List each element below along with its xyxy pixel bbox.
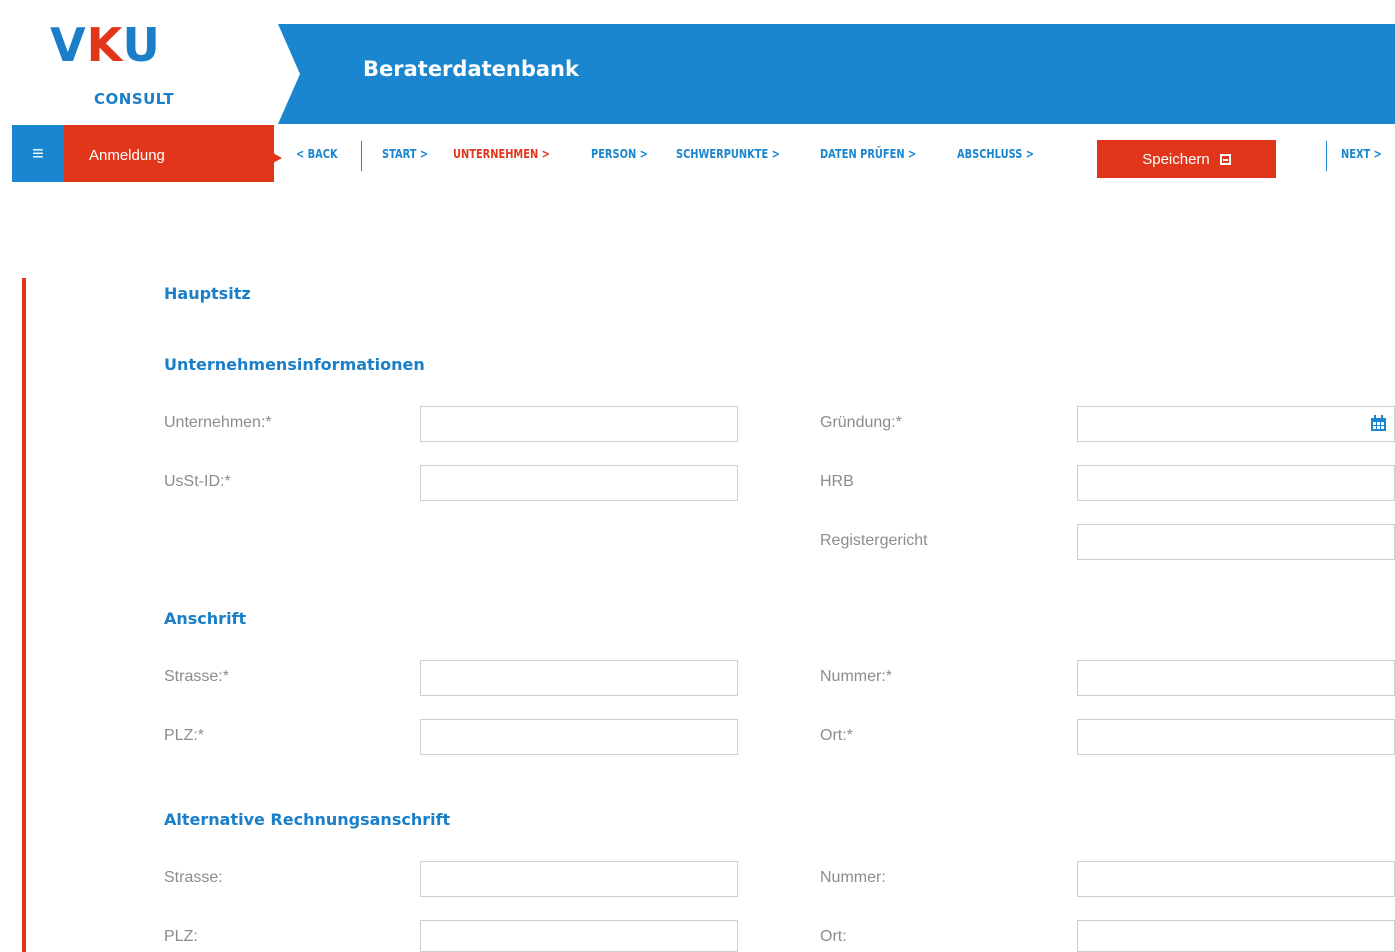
label-usst-id: UsSt-ID:* xyxy=(164,473,231,490)
section-title-company: Unternehmensinformationen xyxy=(164,355,425,374)
label-billing-nummer: Nummer: xyxy=(820,869,886,886)
label-plz: PLZ:* xyxy=(164,727,205,744)
page-heading: Hauptsitz xyxy=(164,284,251,303)
hrb-input[interactable] xyxy=(1077,465,1395,501)
label-gruendung: Gründung:* xyxy=(820,414,902,431)
nav-divider xyxy=(361,141,362,171)
label-ort: Ort:* xyxy=(820,727,853,744)
next-link[interactable]: NEXT > xyxy=(1341,147,1382,161)
logo-mark: VKU xyxy=(50,18,161,72)
billing-ort-input[interactable] xyxy=(1077,920,1395,952)
nummer-input[interactable] xyxy=(1077,660,1395,696)
nav-step-unternehmen[interactable]: UNTERNEHMEN > xyxy=(453,147,550,161)
label-nummer: Nummer:* xyxy=(820,668,893,685)
nav-divider xyxy=(1326,141,1327,171)
back-link[interactable]: < BACK xyxy=(296,147,338,161)
nav-step-start[interactable]: START > xyxy=(382,147,428,161)
billing-strasse-input[interactable] xyxy=(420,861,738,897)
label-billing-ort: Ort: xyxy=(820,928,847,945)
section-title-billing: Alternative Rechnungsanschrift xyxy=(164,810,451,829)
billing-plz-input[interactable] xyxy=(420,920,738,952)
usst-id-input[interactable] xyxy=(420,465,738,501)
label-strasse: Strasse:* xyxy=(164,668,229,685)
plz-input[interactable] xyxy=(420,719,738,755)
strasse-input[interactable] xyxy=(420,660,738,696)
content-accent-bar xyxy=(22,278,26,952)
page-header: VKU CONSULT Beraterdatenbank ≡ Anmeldung… xyxy=(0,0,1395,185)
nav-step-schwerpunkte[interactable]: SCHWERPUNKTE > xyxy=(676,147,780,161)
nav-step-daten-pruefen[interactable]: DATEN PRÜFEN > xyxy=(820,147,916,161)
registergericht-input[interactable] xyxy=(1077,524,1395,560)
save-button-label: Speichern xyxy=(1142,150,1210,168)
calendar-icon[interactable] xyxy=(1370,415,1387,432)
nav-step-abschluss[interactable]: ABSCHLUSS > xyxy=(957,147,1034,161)
vku-consult-logo[interactable]: VKU CONSULT xyxy=(50,22,200,122)
section-title-address: Anschrift xyxy=(164,609,247,628)
gruendung-date-input[interactable] xyxy=(1077,406,1395,442)
nav-step-person[interactable]: PERSON > xyxy=(591,147,648,161)
app-title: Beraterdatenbank xyxy=(363,57,579,81)
save-button[interactable]: Speichern xyxy=(1097,140,1276,178)
label-hrb: HRB xyxy=(820,473,854,490)
floppy-disk-icon xyxy=(1219,153,1231,165)
label-unternehmen: Unternehmen:* xyxy=(164,414,272,431)
billing-nummer-input[interactable] xyxy=(1077,861,1395,897)
label-billing-plz: PLZ: xyxy=(164,928,198,945)
ort-input[interactable] xyxy=(1077,719,1395,755)
label-registergericht: Registergericht xyxy=(820,532,928,549)
logo-subtitle: CONSULT xyxy=(94,90,175,108)
unternehmen-input[interactable] xyxy=(420,406,738,442)
label-billing-strasse: Strasse: xyxy=(164,869,223,886)
